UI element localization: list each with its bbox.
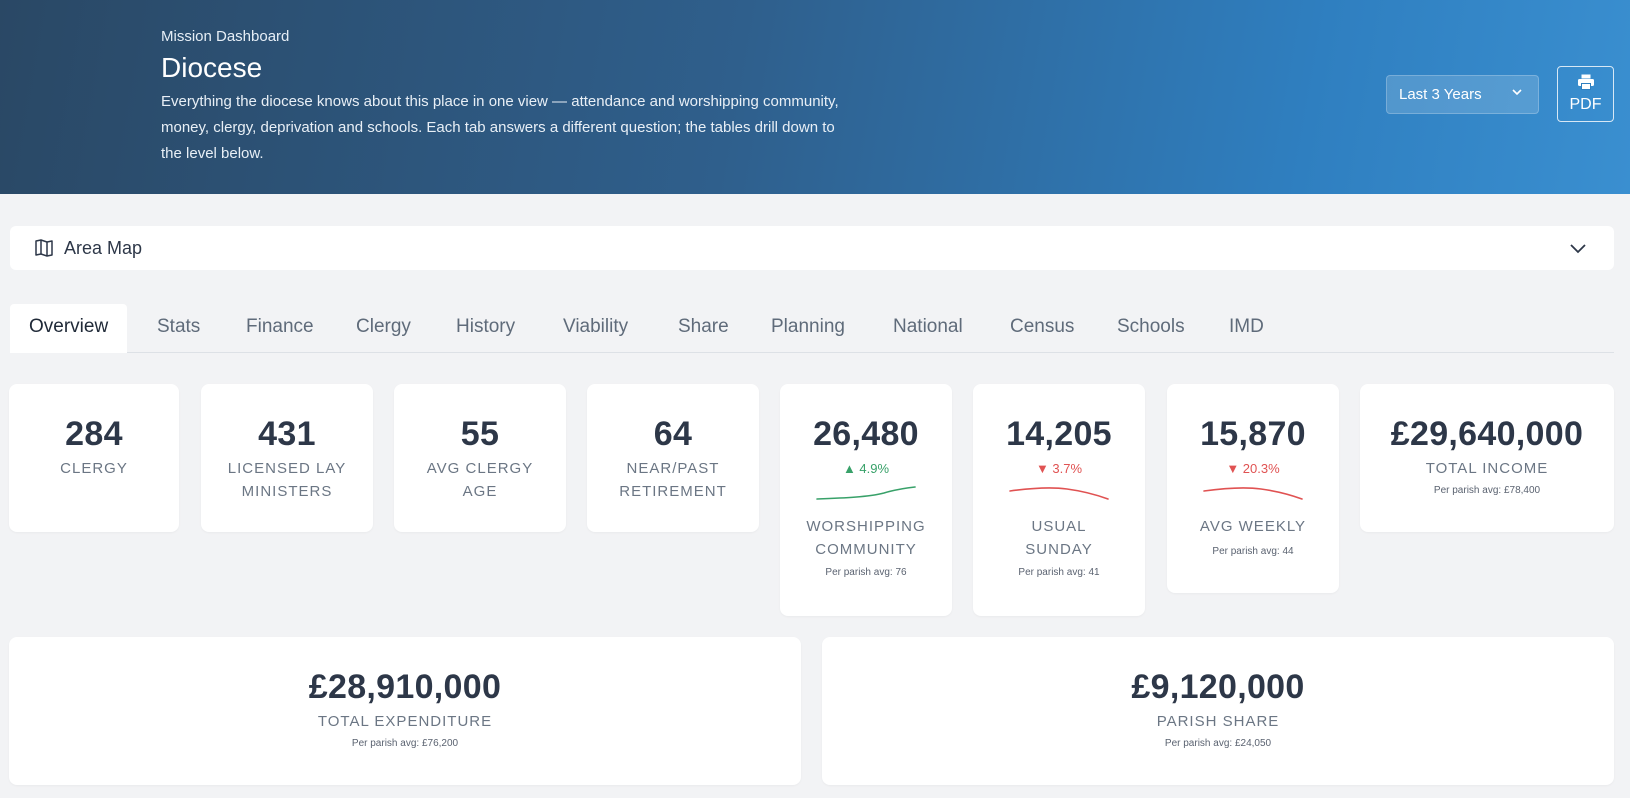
- tab-planning[interactable]: Planning: [771, 304, 845, 353]
- stat-card-usual-sunday: 14,205 ▼ 3.7% USUAL SUNDAY Per parish avg…: [973, 384, 1145, 616]
- area-map-toggle[interactable]: Area Map: [10, 226, 1614, 270]
- stat-label: TOTAL INCOME: [1425, 460, 1549, 477]
- trend-delta: ▼ 20.3%: [1226, 461, 1280, 476]
- stat-card-parish-share: £9,120,000 PARISH SHARE Per parish avg: …: [822, 637, 1614, 785]
- tab-imd[interactable]: IMD: [1229, 304, 1264, 353]
- stat-value: 55: [460, 415, 500, 453]
- stat-value: 26,480: [813, 415, 919, 453]
- stat-card-total-expenditure: £28,910,000 TOTAL EXPENDITURE Per parish…: [9, 637, 801, 785]
- stat-value: 284: [65, 415, 123, 453]
- per-parish-average: Per parish avg: 41: [1018, 567, 1100, 578]
- stat-value: 14,205: [1006, 415, 1112, 453]
- stat-value: 64: [653, 415, 693, 453]
- tab-history[interactable]: History: [456, 304, 515, 353]
- tab-finance[interactable]: Finance: [246, 304, 314, 353]
- chevron-down-icon: [1568, 239, 1588, 262]
- tab-national[interactable]: National: [893, 304, 963, 353]
- stat-card-clergy: 284 CLERGY: [9, 384, 179, 532]
- period-select-value: Last 3 Years: [1399, 86, 1482, 103]
- stat-label: WORSHIPPING COMMUNITY: [806, 518, 926, 558]
- tab-bar: Overview Stats Finance Clergy History Vi…: [10, 304, 1614, 353]
- tab-census[interactable]: Census: [1010, 304, 1074, 353]
- stat-card-total-income: £29,640,000 TOTAL INCOME Per parish avg:…: [1360, 384, 1614, 532]
- page-description: Everything the diocese knows about this …: [161, 93, 839, 162]
- stat-value: £29,640,000: [1390, 415, 1584, 453]
- trend-delta: ▼ 3.7%: [1035, 461, 1083, 476]
- map-icon: [34, 238, 54, 258]
- per-parish-average: Per parish avg: £76,200: [351, 738, 459, 749]
- stat-card-retirement: 64 NEAR/PAST RETIREMENT: [587, 384, 759, 532]
- stat-label: NEAR/PAST RETIREMENT: [619, 460, 727, 500]
- area-map-label: Area Map: [64, 237, 143, 258]
- stat-card-lay-ministers: 431 LICENSED LAY MINISTERS: [201, 384, 373, 532]
- stat-value: 431: [258, 415, 316, 453]
- period-select[interactable]: Last 3 Years: [1386, 75, 1539, 114]
- app-eyebrow: Mission Dashboard: [161, 28, 290, 45]
- per-parish-average: Per parish avg: 44: [1212, 546, 1294, 557]
- stat-card-clergy-age: 55 AVG CLERGY AGE: [394, 384, 566, 532]
- stat-value: £28,910,000: [308, 668, 502, 706]
- chevron-down-icon: [1510, 85, 1524, 103]
- page-title: Diocese: [161, 52, 263, 83]
- per-parish-average: Per parish avg: £24,050: [1164, 738, 1272, 749]
- printer-icon: [1577, 74, 1595, 95]
- per-parish-average: Per parish avg: 76: [825, 567, 907, 578]
- sparkline: [1203, 487, 1303, 500]
- stat-label: USUAL SUNDAY: [1025, 518, 1093, 558]
- pdf-button-label: PDF: [1569, 96, 1602, 113]
- stat-label: TOTAL EXPENDITURE: [317, 713, 493, 730]
- stat-label: AVG WEEKLY: [1199, 518, 1307, 535]
- trend-delta: ▲ 4.9%: [842, 461, 890, 476]
- stat-value: £9,120,000: [1131, 668, 1305, 706]
- tab-share[interactable]: Share: [678, 304, 729, 353]
- tab-overview[interactable]: Overview: [10, 304, 128, 353]
- page-header: Mission Dashboard Diocese Everything the…: [0, 0, 1630, 194]
- tab-clergy[interactable]: Clergy: [356, 304, 411, 353]
- stat-label: LICENSED LAY MINISTERS: [227, 460, 347, 500]
- tab-viability[interactable]: Viability: [563, 304, 628, 353]
- stat-value: 15,870: [1200, 415, 1306, 453]
- per-parish-average: Per parish avg: £78,400: [1433, 485, 1541, 496]
- tab-schools[interactable]: Schools: [1117, 304, 1185, 353]
- pdf-button[interactable]: PDF: [1557, 66, 1614, 122]
- sparkline: [816, 486, 916, 500]
- stat-label: CLERGY: [60, 460, 128, 477]
- stat-card-worshipping-community: 26,480 ▲ 4.9% WORSHIPPING COMMUNITY Per p…: [780, 384, 952, 616]
- sparkline: [1009, 487, 1109, 500]
- tab-stats[interactable]: Stats: [157, 304, 200, 353]
- stat-label: PARISH SHARE: [1156, 713, 1280, 730]
- stat-card-avg-weekly: 15,870 ▼ 20.3% AVG WEEKLY Per parish avg…: [1167, 384, 1339, 593]
- stat-label: AVG CLERGY AGE: [426, 460, 534, 500]
